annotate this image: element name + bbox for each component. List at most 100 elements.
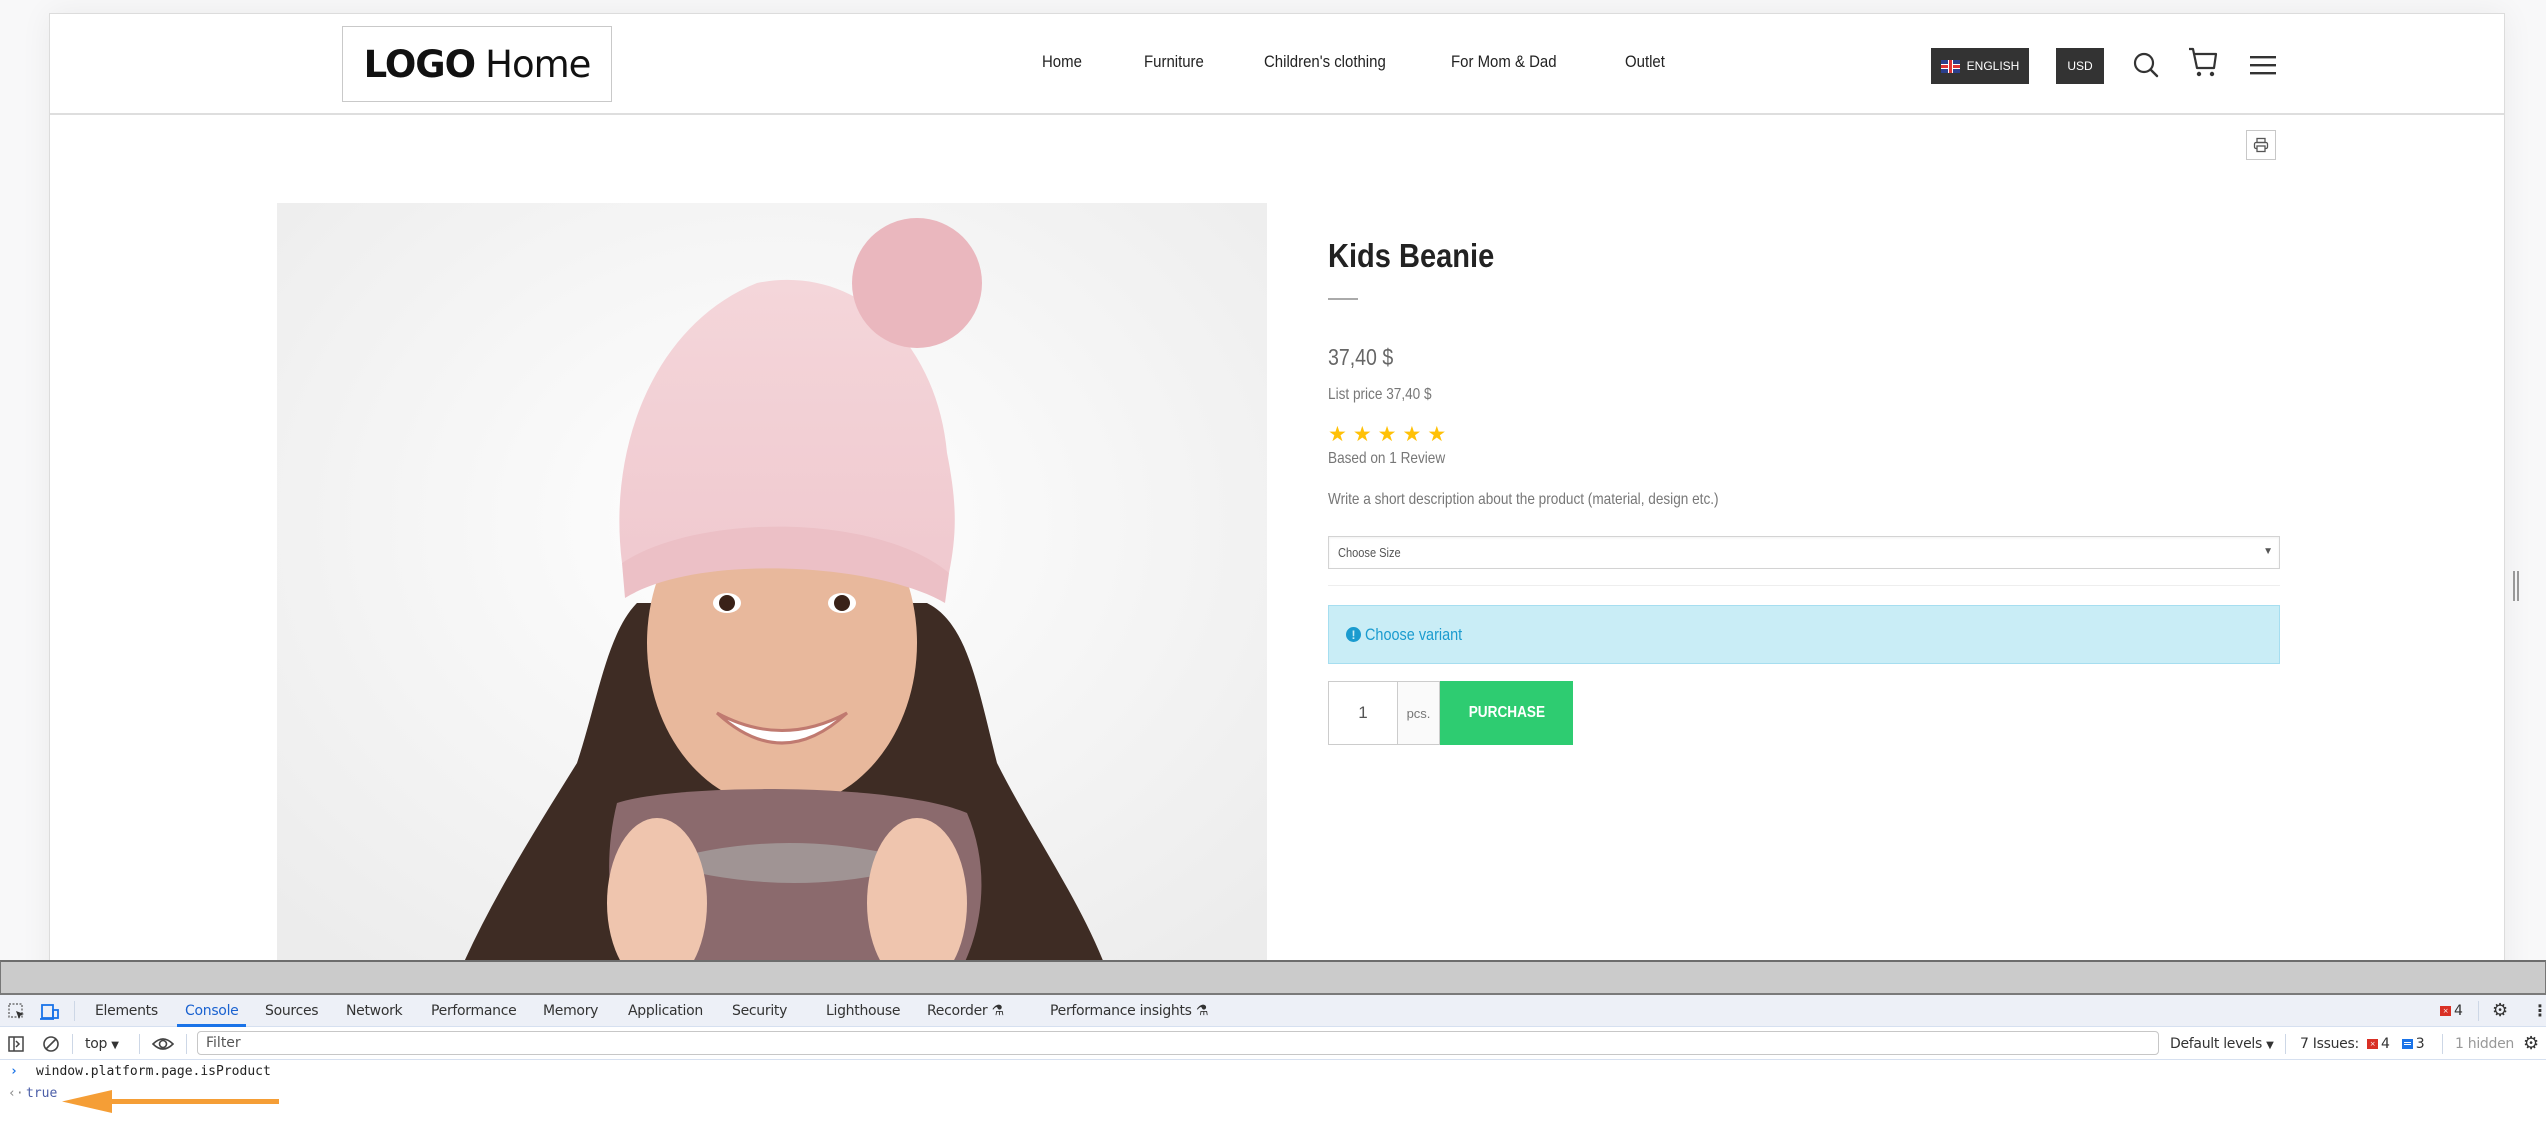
issues-error-count: 4 (2381, 1036, 2390, 1052)
console-toolbar: top ▼ Default levels ▼ 7 Issues: ×4 3 1 … (0, 1028, 2546, 1060)
page-container: LOGO Home Home Furniture Children's clot… (49, 13, 2505, 960)
device-toolbar-icon[interactable] (40, 1003, 60, 1025)
devtools-panel: Elements Console Sources Network Perform… (0, 995, 2546, 1129)
error-flag-icon: × (2367, 1039, 2379, 1049)
log-levels-dropdown[interactable]: Default levels ▼ (2170, 1028, 2274, 1060)
purchase-row: pcs. PURCHASE (1328, 681, 1573, 745)
scrollbar-handle[interactable] (2513, 571, 2519, 601)
size-select[interactable]: Choose Size ▼ (1328, 536, 2280, 569)
list-price: List price 37,40 $ (1328, 386, 1432, 403)
result-arrow-icon: ‹· (8, 1086, 24, 1101)
hamburger-menu-icon[interactable] (2246, 48, 2280, 82)
tab-performance-insights-label: Performance insights (1050, 1003, 1192, 1019)
tab-performance[interactable]: Performance (431, 995, 517, 1027)
flask-icon: ⚗ (1195, 1003, 1209, 1019)
nav-for-mom-dad[interactable]: For Mom & Dad (1451, 52, 1557, 72)
product-description: Write a short description about the prod… (1328, 491, 1719, 508)
print-button[interactable] (2246, 130, 2276, 160)
product-title: Kids Beanie (1328, 237, 1495, 274)
logo[interactable]: LOGO Home (342, 26, 612, 102)
tab-sources[interactable]: Sources (265, 995, 319, 1027)
cart-icon[interactable] (2186, 45, 2220, 79)
star-icon: ★ (1352, 423, 1372, 446)
tab-console[interactable]: Console (177, 995, 247, 1027)
quantity-input[interactable] (1328, 681, 1398, 745)
console-filter-input[interactable] (197, 1031, 2159, 1055)
separator (2478, 1001, 2479, 1021)
browser-viewport: LOGO Home Home Furniture Children's clot… (0, 0, 2546, 960)
live-expression-eye-icon[interactable] (151, 1036, 175, 1056)
error-count-badge[interactable]: × 4 (2440, 995, 2463, 1027)
purchase-button[interactable]: PURCHASE (1440, 681, 1573, 745)
issues-counter[interactable]: 7 Issues: × 4 3 (2300, 1028, 2425, 1060)
review-count[interactable]: Based on 1 Review (1328, 450, 1445, 468)
clear-console-icon[interactable] (42, 1035, 60, 1057)
currency-button[interactable]: USD (2056, 48, 2104, 84)
site-header: LOGO Home Home Furniture Children's clot… (50, 14, 2504, 115)
context-value: top (85, 1036, 108, 1052)
select-arrow-icon: ▼ (2263, 546, 2273, 557)
divider (1328, 585, 2280, 586)
rating-stars[interactable]: ★ ★ ★ ★ ★ (1328, 424, 1446, 446)
star-icon: ★ (1328, 423, 1347, 446)
separator (74, 1001, 75, 1021)
purchase-label: PURCHASE (1468, 704, 1545, 721)
devtools-resize-handle[interactable] (0, 960, 2546, 995)
annotation-arrow-icon (62, 1090, 279, 1113)
logo-light-text: Home (485, 42, 591, 86)
info-message-icon (2401, 1039, 2413, 1049)
uk-flag-icon (1940, 59, 1960, 73)
hidden-count: 1 hidden (2455, 1036, 2514, 1052)
sidebar-toggle-icon[interactable] (8, 1036, 24, 1056)
nav-home[interactable]: Home (1042, 52, 1082, 72)
console-command: window.platform.page.isProduct (36, 1064, 271, 1079)
tab-elements[interactable]: Elements (95, 995, 158, 1027)
separator (186, 1034, 187, 1054)
tab-lighthouse[interactable]: Lighthouse (826, 995, 900, 1027)
console-settings-gear-icon[interactable]: ⚙ (2523, 1028, 2539, 1060)
error-count: 4 (2454, 1003, 2463, 1019)
search-icon[interactable] (2129, 48, 2163, 82)
log-levels-label: Default levels (2170, 1036, 2262, 1052)
product-photo (277, 203, 1267, 960)
nav-outlet[interactable]: Outlet (1625, 52, 1665, 72)
nav-childrens-clothing[interactable]: Children's clothing (1264, 52, 1386, 72)
console-result: true (26, 1086, 58, 1101)
printer-icon (2253, 137, 2269, 153)
title-divider (1328, 298, 1358, 300)
separator (2285, 1034, 2286, 1054)
more-options-icon[interactable]: ⋮ (2532, 995, 2546, 1027)
dropdown-arrow-icon: ▼ (111, 1040, 119, 1051)
tab-performance-insights[interactable]: Performance insights ⚗ (1050, 995, 1208, 1027)
language-button[interactable]: ENGLISH (1931, 48, 2029, 84)
separator (72, 1034, 73, 1054)
separator (2442, 1034, 2443, 1054)
context-selector[interactable]: top ▼ (85, 1028, 119, 1060)
language-label: ENGLISH (1966, 59, 2020, 73)
flask-icon: ⚗ (991, 1003, 1005, 1019)
dropdown-arrow-icon: ▼ (2266, 1040, 2274, 1051)
product-price: 37,40 $ (1328, 344, 1394, 370)
tab-security[interactable]: Security (732, 995, 787, 1027)
star-icon: ★ (1377, 423, 1397, 446)
tab-memory[interactable]: Memory (543, 995, 598, 1027)
tab-network[interactable]: Network (346, 995, 403, 1027)
logo-bold-text: LOGO (363, 42, 477, 86)
prompt-chevron-icon: › (10, 1064, 18, 1079)
tab-recorder[interactable]: Recorder ⚗ (927, 995, 1004, 1027)
choose-variant-alert: ! Choose variant (1328, 605, 2280, 664)
nav-furniture[interactable]: Furniture (1144, 52, 1204, 72)
star-icon: ★ (1427, 423, 1447, 446)
exclamation-icon: ! (1346, 627, 1361, 642)
tab-application[interactable]: Application (628, 995, 703, 1027)
inspect-element-icon[interactable] (8, 1003, 26, 1025)
product-image[interactable] (277, 203, 1267, 960)
size-select-value: Choose Size (1338, 545, 1401, 560)
error-flag-icon: × (2440, 1006, 2451, 1016)
tab-recorder-label: Recorder (927, 1003, 988, 1019)
devtools-tabbar: Elements Console Sources Network Perform… (0, 995, 2546, 1027)
separator (139, 1034, 140, 1054)
issues-label: 7 Issues: (2300, 1036, 2359, 1052)
issues-info-count: 3 (2415, 1036, 2425, 1052)
settings-gear-icon[interactable]: ⚙ (2492, 995, 2508, 1027)
